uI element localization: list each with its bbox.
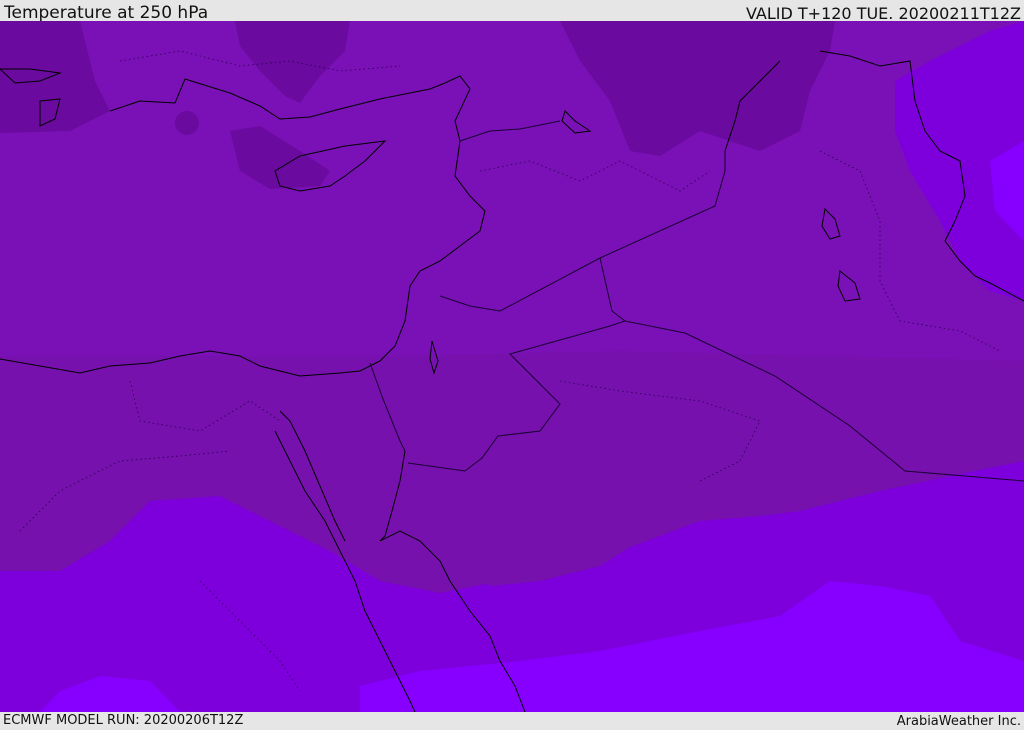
chart-title: Temperature at 250 hPa xyxy=(4,3,209,23)
model-run-label: ECMWF MODEL RUN: 20200206T12Z xyxy=(3,713,244,728)
title-bar: Temperature at 250 hPa VALID T+120 TUE. … xyxy=(0,0,1024,23)
weather-map[interactable] xyxy=(0,21,1024,712)
temperature-band-cold-patch xyxy=(175,111,199,135)
brand-credit: ArabiaWeather Inc. xyxy=(896,714,1021,729)
map-canvas xyxy=(0,21,1024,712)
footer-bar: ECMWF MODEL RUN: 20200206T12Z ArabiaWeat… xyxy=(0,712,1024,729)
